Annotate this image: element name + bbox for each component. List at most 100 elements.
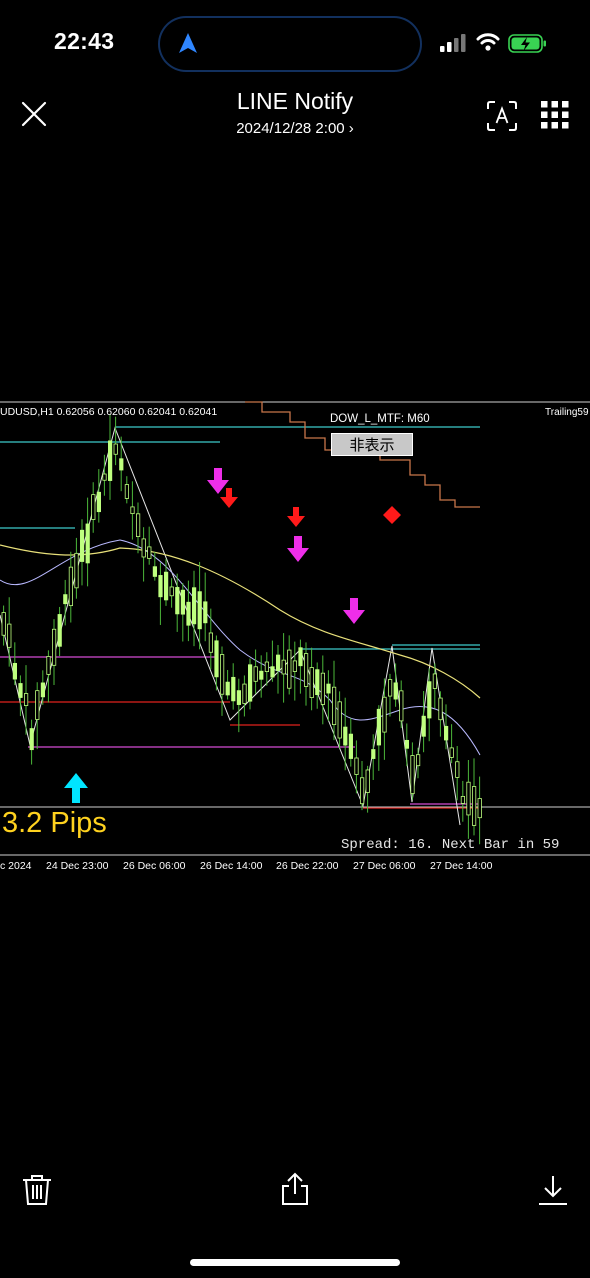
candle-body [147,546,152,559]
candle-body [393,682,398,700]
candle-body [7,623,12,648]
candle-body [326,683,331,694]
candle-body [460,796,466,804]
candle-body [52,628,57,666]
candle-body [415,754,421,767]
candle-body [203,601,208,624]
candle-body [68,566,73,607]
candle-body [376,708,382,746]
arrow-up-cyan [64,773,88,803]
candle-body [247,664,253,702]
chart-image[interactable]: UDUSD,H1 0.62056 0.62060 0.62041 0.62041… [0,400,590,878]
time-label: 26 Dec 22:00 [276,860,339,872]
time-label: 27 Dec 06:00 [353,860,416,872]
candle-body [12,662,17,680]
diamond-red [383,506,401,524]
candle-body [225,681,230,696]
candle-body [270,666,275,678]
candle-body [219,654,225,695]
candle-body [421,715,426,737]
hide-button[interactable]: 非表示 [331,433,413,456]
candle-body [466,781,471,816]
candle-body [29,728,34,751]
trailing-label: Trailing59 [545,407,589,418]
download-button[interactable] [538,1174,568,1211]
candle-body [438,697,443,721]
delete-button[interactable] [22,1174,52,1211]
text-scan-icon [487,101,517,131]
candle-body [135,513,141,537]
candle-body [169,586,174,597]
candle-body [354,757,359,775]
arrow-down-red [220,488,238,508]
candle-body [471,786,477,826]
time-label: 24 Dec 23:00 [46,860,109,872]
candle-body [57,614,62,647]
text-scan-button[interactable] [486,100,518,132]
grid-icon [541,101,569,129]
candle-body [264,661,270,672]
candle-body [175,587,180,615]
candle-body [163,571,169,601]
candle-body [197,591,202,630]
trash-icon [23,1175,51,1205]
candle-body [331,686,337,726]
candle-body [124,484,129,499]
time-label: 27 Dec 14:00 [430,860,493,872]
candle-body [80,529,85,562]
candle-body [191,587,197,625]
candle-body [427,681,432,719]
candle-body [208,632,213,653]
candle-body [74,552,79,589]
arrow-down-red [287,507,305,527]
candle-body [113,443,118,455]
candle-body [186,601,191,626]
candle-body [158,575,163,598]
candle-body [309,667,314,699]
candle-body [443,725,449,741]
candle-body [275,654,281,671]
candle-body [231,676,236,702]
candle-body [320,672,326,705]
candle-body [315,669,320,696]
candle-body [242,683,247,704]
candle-body [298,647,303,667]
location-arrow-icon [178,32,198,59]
home-indicator[interactable] [190,1259,400,1266]
candle-body [96,491,101,513]
symbol-info: UDUSD,H1 0.62056 0.62060 0.62041 0.62041 [0,406,217,418]
time-label: c 2024 [0,860,32,872]
candle-body [359,777,365,805]
pips-text: 3.2 Pips [2,807,107,839]
candle-body [348,733,354,759]
share-button[interactable] [280,1172,310,1211]
candle-body [85,523,90,564]
candle-body [281,659,286,675]
candle-body [432,673,438,689]
candle-body [40,682,46,698]
arrow-down-magenta [287,536,309,562]
candle-body [449,747,454,758]
candle-body [91,494,96,520]
candle-body [1,612,6,636]
candle-body [236,690,241,705]
candle-body [410,755,415,795]
arrow-down-magenta [343,598,365,624]
candle-body [253,666,258,682]
candle-body [259,670,264,680]
candle-body [343,726,348,746]
candle-body [455,761,460,778]
zigzag-line [0,426,461,826]
candle-body [119,458,124,471]
candle-body [35,690,40,720]
signal-icon [440,34,468,57]
status-time: 22:43 [54,28,115,54]
candle-body [63,594,68,605]
candle-body [180,589,185,615]
candle-body [365,769,370,793]
grid-view-button[interactable] [541,101,569,129]
candle-body [382,696,387,733]
candle-body [141,538,146,558]
battery-icon [508,34,548,59]
candle-body [399,690,404,722]
